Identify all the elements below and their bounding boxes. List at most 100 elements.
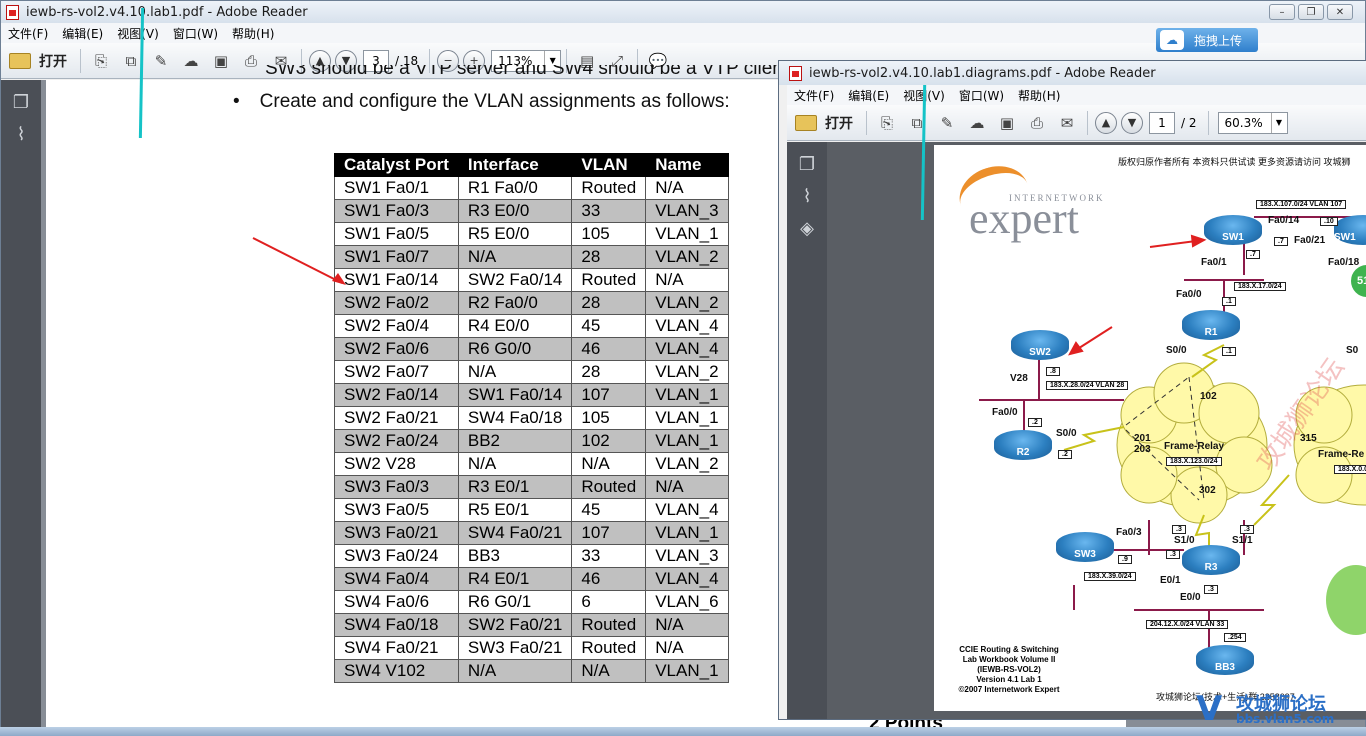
pages-icon[interactable]: ❐ — [797, 154, 817, 175]
email-icon[interactable]: ✉ — [1054, 110, 1080, 136]
menu-file[interactable]: 文件(F) — [1, 25, 55, 42]
next-page-icon[interactable]: ▼ — [1121, 111, 1143, 134]
table-cell: R3 E0/1 — [457, 475, 573, 499]
device-label: R3 — [1204, 562, 1218, 573]
menu-window[interactable]: 窗口(W) — [166, 25, 225, 42]
interface-label: S0/0 — [1166, 345, 1187, 356]
back-window-titlebar[interactable]: iewb-rs-vol2.v4.10.lab1.pdf - Adobe Read… — [1, 1, 1365, 23]
table-cell: VLAN_4 — [645, 314, 729, 338]
menu-edit[interactable]: 编辑(E) — [841, 87, 896, 104]
address-box: .7 — [1274, 237, 1288, 246]
back-window-controls: – ❐ ✕ — [1266, 4, 1353, 20]
router-icon: R2 — [994, 430, 1052, 460]
page-number-input[interactable]: 1 — [1149, 111, 1175, 134]
table-cell: SW2 V28 — [334, 452, 459, 476]
footer-line: CCIE Routing & Switching — [959, 645, 1059, 654]
table-cell: Routed — [571, 613, 647, 637]
menu-edit[interactable]: 编辑(E) — [55, 25, 110, 42]
table-row: SW4 Fa0/21 SW3 Fa0/21 Routed N/A — [334, 636, 729, 660]
zoom-select[interactable]: 60.3% ▼ — [1217, 111, 1288, 134]
table-cell: 28 — [571, 245, 647, 269]
upload-cloud-icon[interactable]: ☁ — [178, 48, 204, 74]
attachment-icon[interactable]: ⌇ — [797, 186, 817, 207]
footer-line: ©2007 Internetwork Expert — [958, 685, 1060, 694]
table-cell: N/A — [645, 636, 729, 660]
address-box: .254 — [1224, 633, 1246, 642]
minimize-button[interactable]: – — [1269, 4, 1295, 20]
table-cell: SW4 Fa0/21 — [457, 521, 573, 545]
interface-label: 201 — [1134, 433, 1151, 444]
table-cell: N/A — [571, 452, 647, 476]
close-button[interactable]: ✕ — [1327, 4, 1353, 20]
menu-help[interactable]: 帮助(H) — [225, 25, 281, 42]
front-window-titlebar[interactable]: iewb-rs-vol2.v4.10.lab1.diagrams.pdf - A… — [779, 61, 1366, 85]
create-pdf-icon[interactable]: ⎘ — [88, 48, 114, 74]
address-box: 183.X.17.0/24 — [1234, 282, 1286, 291]
table-cell: SW2 Fa0/6 — [334, 337, 459, 361]
device-label: SW1 — [1222, 232, 1244, 243]
interface-label: S0/0 — [1056, 428, 1077, 439]
menu-view[interactable]: 视图(V) — [110, 25, 166, 42]
table-cell: R5 E0/0 — [457, 222, 573, 246]
restore-button[interactable]: ❐ — [1298, 4, 1324, 20]
table-cell: N/A — [645, 268, 729, 292]
internetwork-expert-logo: INTERNETWORK expert — [952, 157, 1139, 243]
table-cell: SW1 Fa0/5 — [334, 222, 459, 246]
page-total: / 2 — [1181, 115, 1197, 130]
table-header-row: Catalyst Port Interface VLAN Name — [334, 153, 729, 177]
table-row: SW1 Fa0/5 R5 E0/0 105 VLAN_1 — [334, 222, 729, 246]
menu-window[interactable]: 窗口(W) — [952, 87, 1011, 104]
open-button[interactable]: 打开 — [787, 113, 861, 133]
table-cell: SW2 Fa0/24 — [334, 429, 459, 453]
save-icon[interactable]: ▣ — [994, 110, 1020, 136]
table-row: SW3 Fa0/21 SW4 Fa0/21 107 VLAN_1 — [334, 521, 729, 545]
router-icon: R3 — [1182, 545, 1240, 575]
upload-button[interactable]: ☁ 拖拽上传 — [1156, 28, 1258, 52]
table-cell: SW3 Fa0/5 — [334, 498, 459, 522]
upload-cloud-icon[interactable]: ☁ — [964, 110, 990, 136]
attachment-icon[interactable]: ⌇ — [11, 124, 31, 145]
front-toolbar: 打开 ⎘ ⧉ ✎ ☁ ▣ ⎙ ✉ ▲ ▼ 1 / 2 60.3% ▼ — [787, 105, 1366, 141]
switch-icon: SW1 — [1204, 215, 1262, 245]
interface-label: Frame-Relay — [1164, 441, 1225, 452]
prev-page-icon[interactable]: ▲ — [1095, 111, 1117, 134]
interface-label: E0/1 — [1160, 575, 1181, 586]
device-label: SW3 — [1074, 549, 1096, 560]
create-pdf-icon[interactable]: ⎘ — [874, 110, 900, 136]
table-cell: N/A — [457, 659, 573, 683]
menu-help[interactable]: 帮助(H) — [1011, 87, 1067, 104]
site-watermark-logo: bbs.vlan5.com 攻城狮论坛 V — [1196, 690, 1366, 730]
table-cell: SW1 Fa0/7 — [334, 245, 459, 269]
print-icon[interactable]: ⎙ — [238, 48, 264, 74]
pages-icon[interactable]: ❐ — [11, 92, 31, 113]
table-cell: 107 — [571, 383, 647, 407]
back-window-title: iewb-rs-vol2.v4.10.lab1.pdf - Adobe Read… — [26, 4, 308, 20]
edit-icon[interactable]: ✎ — [934, 110, 960, 136]
table-cell: VLAN_3 — [645, 199, 729, 223]
interface-label: V28 — [1010, 373, 1028, 384]
toolbar-separator — [1207, 110, 1209, 135]
open-button[interactable]: 打开 — [1, 51, 75, 71]
table-cell: SW1 Fa0/14 — [334, 268, 459, 292]
print-icon[interactable]: ⎙ — [1024, 110, 1050, 136]
menu-file[interactable]: 文件(F) — [787, 87, 841, 104]
table-cell: VLAN_3 — [645, 544, 729, 568]
table-row: SW2 V28 N/A N/A VLAN_2 — [334, 452, 729, 476]
save-icon[interactable]: ▣ — [208, 48, 234, 74]
site-watermark-title: 攻城狮论坛 — [1236, 694, 1326, 715]
diagram-header-text: 版权归原作者所有 本资料只供试读 更多资源请访问 攻城狮 — [1118, 157, 1351, 167]
table-cell: 46 — [571, 337, 647, 361]
table-cell: SW2 Fa0/4 — [334, 314, 459, 338]
interface-label: E0/0 — [1180, 592, 1201, 603]
footer-line: (IEWB-RS-VOL2) — [977, 665, 1041, 674]
col-interface: Interface — [457, 153, 573, 177]
table-cell: VLAN_4 — [645, 498, 729, 522]
open-label: 打开 — [39, 53, 67, 70]
edit-icon[interactable]: ✎ — [148, 48, 174, 74]
combine-icon[interactable]: ⧉ — [904, 110, 930, 136]
switch-icon: SW2 — [1011, 330, 1069, 360]
table-cell: SW3 Fa0/3 — [334, 475, 459, 499]
table-row: SW1 Fa0/7 N/A 28 VLAN_2 — [334, 245, 729, 269]
layers-icon[interactable]: ◈ — [797, 218, 817, 239]
table-row: SW4 V102 N/A N/A VLAN_1 — [334, 659, 729, 683]
